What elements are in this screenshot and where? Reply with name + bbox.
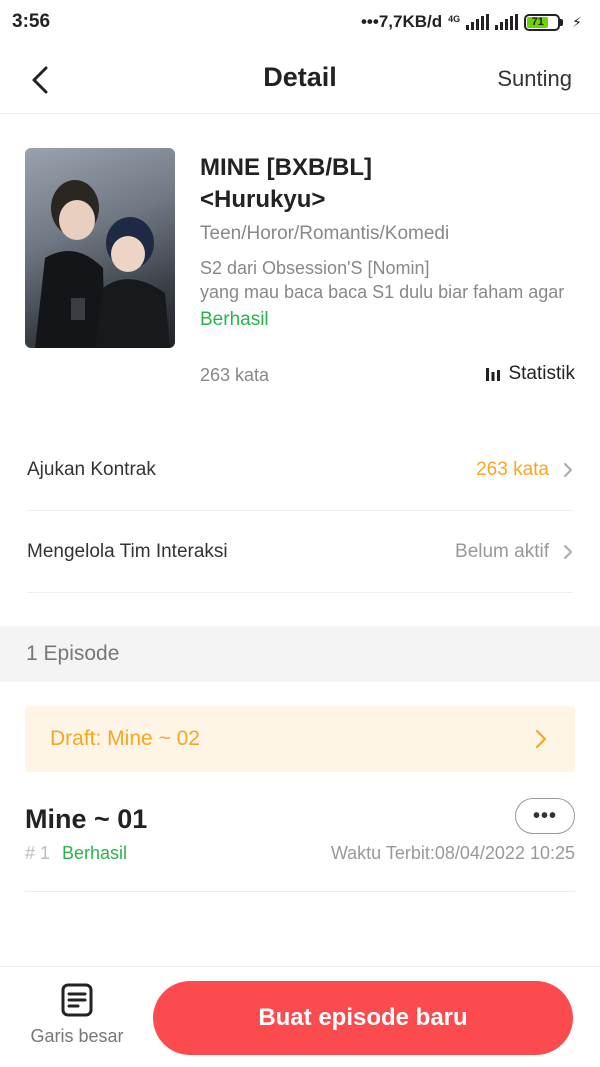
cover-illustration	[35, 180, 170, 348]
document-list-icon	[61, 983, 93, 1017]
book-genre: Teen/Horor/Romantis/Komedi	[200, 223, 450, 244]
signal-icon-secondary	[495, 14, 519, 30]
network-type-label: 4G	[448, 14, 461, 24]
battery-level: 71	[527, 16, 549, 28]
status-indicators: •••7,7KB/d 4G 71 ⚡	[361, 12, 582, 32]
book-status: Berhasil	[200, 309, 269, 330]
book-subtitle-line: <Hurukyu>	[200, 186, 326, 213]
book-description-line: S2 dari Obsession'S [Nomin]	[200, 258, 430, 278]
statistics-button[interactable]: Statistik	[485, 363, 575, 385]
contract-row[interactable]: Ajukan Kontrak 263 kata	[27, 429, 573, 511]
contract-value: 263 kata	[476, 458, 549, 480]
contract-label: Ajukan Kontrak	[27, 458, 156, 480]
episode-publish-time: Waktu Terbit:08/04/2022 10:25	[330, 843, 575, 863]
chevron-right-icon	[564, 462, 572, 477]
statistics-label: Statistik	[508, 363, 575, 384]
charging-icon: ⚡	[572, 13, 582, 30]
book-title: MINE [BXB/BL] <Hurukyu>	[200, 152, 580, 216]
book-cover-image[interactable]	[25, 148, 175, 348]
interaction-team-row[interactable]: Mengelola Tim Interaksi Belum aktif	[27, 511, 573, 593]
episode-title: Mine ~ 01	[25, 804, 148, 834]
status-bar: 3:56 •••7,7KB/d 4G 71 ⚡	[0, 0, 600, 44]
draft-banner[interactable]: Draft: Mine ~ 02	[25, 706, 575, 772]
episode-more-button[interactable]: •••	[515, 798, 575, 834]
interaction-team-label: Mengelola Tim Interaksi	[27, 540, 228, 562]
book-description-line: yang mau baca baca S1 dulu biar faham ag…	[200, 282, 565, 302]
chevron-right-icon	[564, 544, 572, 559]
battery-icon: 71	[524, 13, 564, 31]
book-description: S2 dari Obsession'S [Nomin] yang mau bac…	[200, 256, 578, 304]
outline-label: Garis besar	[30, 1026, 124, 1046]
word-count: 263 kata	[200, 365, 270, 385]
header: Detail Sunting	[0, 46, 600, 114]
bottom-action-bar: Garis besar Buat episode baru	[0, 966, 600, 1067]
signal-icon	[466, 14, 490, 30]
book-title-line: MINE [BXB/BL]	[200, 154, 372, 181]
outline-button[interactable]: Garis besar	[20, 983, 134, 1053]
draft-label: Draft: Mine ~ 02	[50, 727, 200, 750]
network-speed: •••7,7KB/d	[360, 12, 443, 31]
episode-section-header: 1 Episode	[0, 626, 600, 682]
episode-status: Berhasil	[62, 843, 128, 863]
interaction-team-value: Belum aktif	[455, 540, 549, 562]
create-episode-button[interactable]: Buat episode baru	[153, 981, 573, 1055]
edit-button[interactable]: Sunting	[497, 66, 572, 92]
bar-chart-icon	[486, 368, 501, 381]
episode-item[interactable]: Mine ~ 01 ••• # 1 Berhasil Waktu Terbit:…	[25, 790, 575, 892]
status-time: 3:56	[12, 11, 51, 32]
episode-number: # 1	[25, 843, 51, 863]
chevron-right-icon	[535, 729, 547, 749]
